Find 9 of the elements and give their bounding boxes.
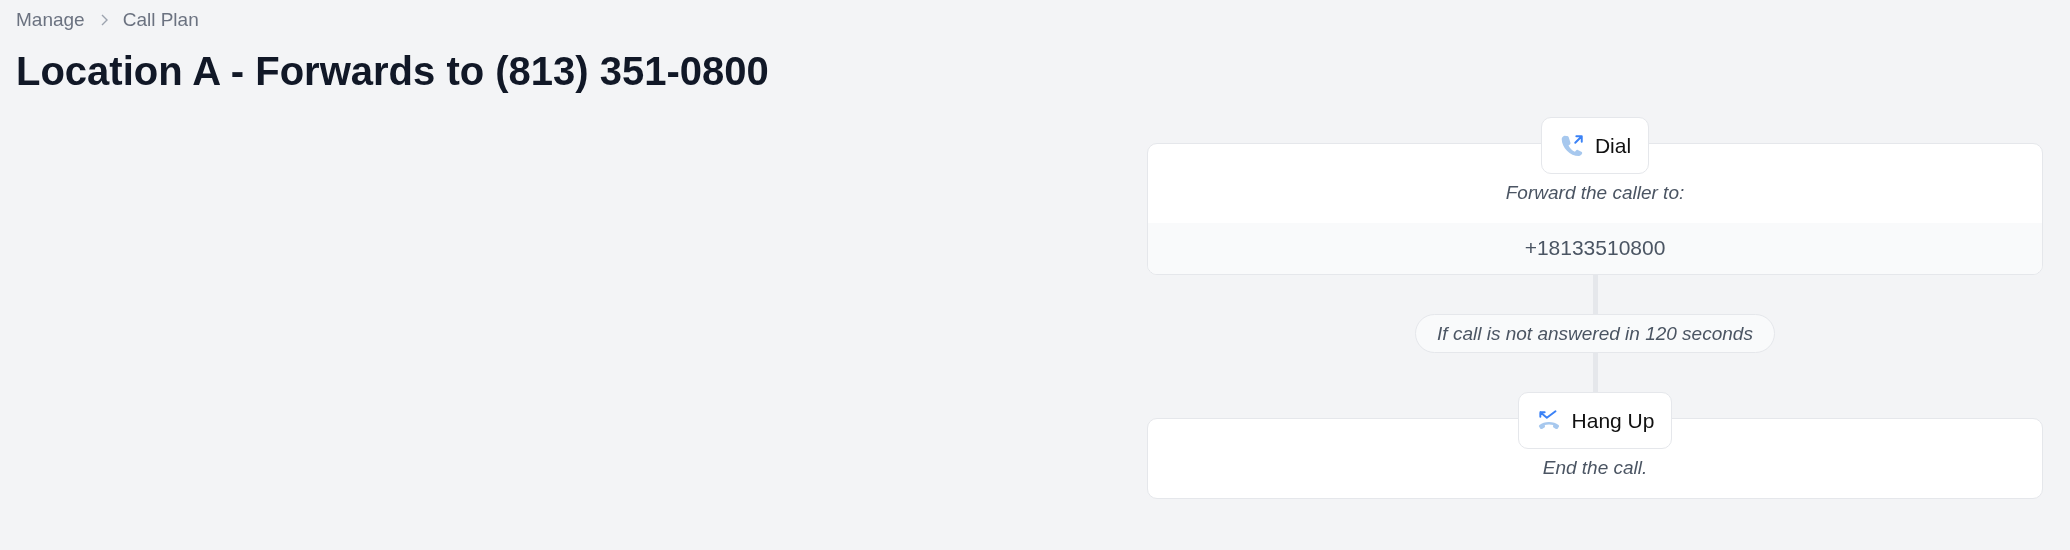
step-label: Hang Up (1571, 408, 1655, 433)
phone-number: +18133510800 (1148, 223, 2042, 274)
breadcrumb-link[interactable]: Call Plan (122, 9, 199, 31)
step-description: End the call. (1542, 457, 1648, 479)
breadcrumb-link[interactable]: Manage (16, 9, 85, 31)
condition-label: If call is not answered in 120 seconds (1415, 314, 1775, 353)
step-description: Forward the caller to: (1505, 182, 1685, 204)
step-label: Dial (1594, 133, 1632, 158)
page-title: Location A - Forwards to (813) 351-0800 (16, 48, 770, 95)
